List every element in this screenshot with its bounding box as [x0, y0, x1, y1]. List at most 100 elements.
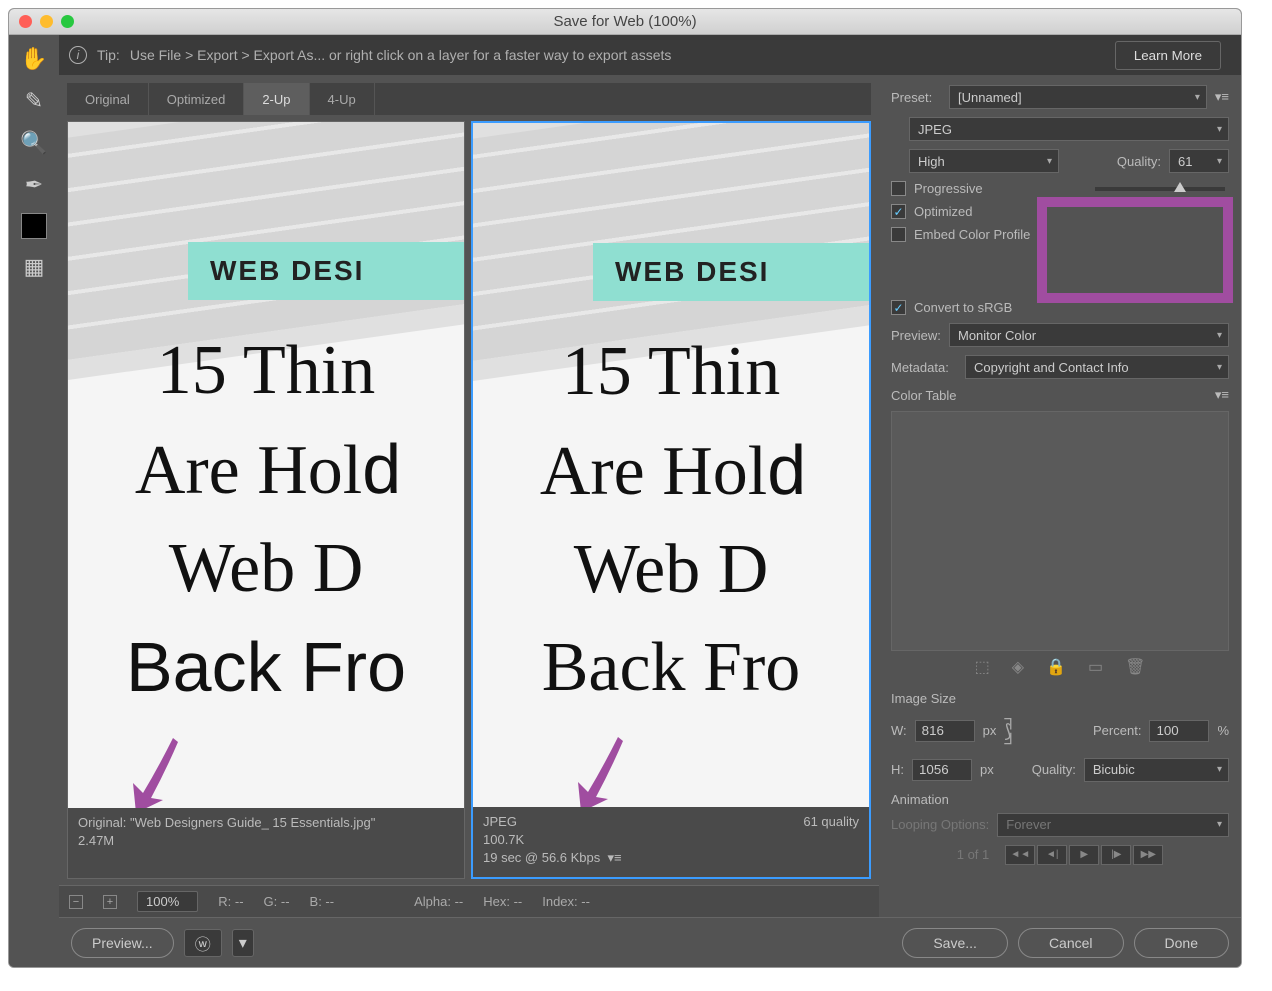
window-title: Save for Web (100%): [9, 13, 1241, 30]
percent-input[interactable]: [1149, 720, 1209, 742]
embed-checkbox[interactable]: [891, 227, 906, 242]
browser-preview-icon[interactable]: ⓦ: [184, 929, 222, 957]
percent-unit: %: [1217, 723, 1229, 738]
tip-bar: i Tip: Use File > Export > Export As... …: [59, 35, 1241, 75]
color-table-icons: ⬚ ◈ 🔒 ▭ 🗑: [891, 657, 1229, 677]
status-alpha: Alpha: --: [414, 894, 463, 909]
cancel-button[interactable]: Cancel: [1018, 928, 1124, 958]
tab-4up[interactable]: 4-Up: [310, 83, 375, 115]
width-input[interactable]: [915, 720, 975, 742]
preview-section: Original Optimized 2-Up 4-Up WEB DESI 15…: [59, 75, 879, 917]
learn-more-button[interactable]: Learn More: [1115, 41, 1221, 70]
color-table-menu-icon[interactable]: ▾≡: [1215, 387, 1229, 403]
tab-2up[interactable]: 2-Up: [244, 83, 309, 115]
tip-text: Use File > Export > Export As... or righ…: [130, 47, 672, 63]
image-size-header: Image Size: [891, 691, 1229, 706]
ct-icon[interactable]: ◈: [1012, 657, 1024, 677]
optimized-info: JPEG 100.7K 19 sec @ 56.6 Kbps ▾≡ 61 qua…: [473, 807, 869, 877]
preset-menu-icon[interactable]: ▾≡: [1215, 89, 1229, 105]
time-menu-icon[interactable]: ▾≡: [608, 850, 622, 865]
link-icon[interactable]: ┐⟆┘: [1004, 712, 1017, 750]
px-label: px: [980, 762, 994, 777]
info-icon: i: [69, 46, 87, 64]
optimized-image: WEB DESI 15 ThinAre HoldWeb DBack Fro: [473, 123, 869, 807]
ct-icon[interactable]: ⬚: [975, 657, 990, 677]
convert-srgb-label: Convert to sRGB: [914, 300, 1012, 315]
eyedropper-tool-icon[interactable]: ✒: [20, 171, 48, 199]
play-button: ▶: [1069, 845, 1099, 865]
frame-count: 1 of 1: [957, 847, 990, 862]
optimized-pane[interactable]: WEB DESI 15 ThinAre HoldWeb DBack Fro JP…: [471, 121, 871, 879]
tab-original[interactable]: Original: [67, 83, 149, 115]
optimized-time: 19 sec @ 56.6 Kbps: [483, 850, 600, 865]
titlebar: Save for Web (100%): [9, 9, 1241, 35]
annotation-arrow-icon: [563, 727, 633, 807]
status-index: Index: --: [542, 894, 590, 909]
quality-slider[interactable]: [1095, 187, 1225, 191]
status-g: G: --: [264, 894, 290, 909]
trash-icon[interactable]: 🗑: [1125, 657, 1145, 677]
resample-label: Quality:: [1032, 762, 1076, 777]
banner-text: WEB DESI: [188, 242, 464, 300]
ct-icon[interactable]: ▭: [1088, 657, 1103, 677]
progressive-label: Progressive: [914, 181, 983, 196]
view-tabs: Original Optimized 2-Up 4-Up: [67, 83, 871, 115]
optimized-label: Optimized: [914, 204, 973, 219]
preview-button[interactable]: Preview...: [71, 928, 174, 958]
animation-header: Animation: [891, 792, 1229, 807]
preview-select[interactable]: Monitor Color: [949, 323, 1229, 347]
hand-tool-icon[interactable]: ✋: [20, 45, 48, 73]
save-for-web-window: Save for Web (100%) ✋ ✎ 🔍 ✒ ▦ i Tip: Use…: [8, 8, 1242, 968]
headline-text: 15 ThinAre HoldWeb DBack Fro: [473, 323, 869, 717]
ct-icon[interactable]: 🔒: [1046, 657, 1066, 677]
quality-input[interactable]: 61: [1169, 149, 1229, 173]
format-select[interactable]: JPEG: [909, 117, 1229, 141]
original-image: WEB DESI 15 ThinAre HoldWeb DBack Fro: [68, 122, 464, 808]
zoom-select[interactable]: 100%: [137, 891, 198, 912]
banner-text: WEB DESI: [593, 243, 869, 301]
w-label: W:: [891, 723, 907, 738]
status-b: B: --: [310, 894, 335, 909]
status-r: R: --: [218, 894, 243, 909]
color-swatch[interactable]: [21, 213, 47, 239]
done-button[interactable]: Done: [1134, 928, 1229, 958]
save-button[interactable]: Save...: [902, 928, 1008, 958]
color-table: [891, 411, 1229, 651]
color-table-label: Color Table: [891, 388, 957, 403]
zoom-tool-icon[interactable]: 🔍: [20, 129, 48, 157]
optimized-checkbox[interactable]: [891, 204, 906, 219]
content-column: i Tip: Use File > Export > Export As... …: [59, 35, 1241, 967]
body-row: Original Optimized 2-Up 4-Up WEB DESI 15…: [59, 75, 1241, 917]
headline-text: 15 ThinAre HoldWeb DBack Fro: [68, 322, 464, 718]
slice-visibility-icon[interactable]: ▦: [20, 253, 48, 281]
original-pane[interactable]: WEB DESI 15 ThinAre HoldWeb DBack Fro Or…: [67, 121, 465, 879]
prev-frame-button: ◄|: [1037, 845, 1067, 865]
convert-srgb-checkbox[interactable]: [891, 300, 906, 315]
tab-optimized[interactable]: Optimized: [149, 83, 245, 115]
quality-label: Quality:: [1117, 154, 1161, 169]
tip-prefix: Tip:: [97, 47, 120, 63]
status-hex: Hex: --: [483, 894, 522, 909]
progressive-checkbox[interactable]: [891, 181, 906, 196]
browser-preview-chevron-icon[interactable]: ▾: [232, 929, 254, 957]
original-info: Original: "Web Designers Guide_ 15 Essen…: [68, 808, 464, 878]
height-input[interactable]: [912, 759, 972, 781]
embed-label: Embed Color Profile: [914, 227, 1030, 242]
looping-label: Looping Options:: [891, 817, 989, 832]
h-label: H:: [891, 762, 904, 777]
slice-tool-icon[interactable]: ✎: [20, 87, 48, 115]
looping-select: Forever: [997, 813, 1229, 837]
settings-panel: Preset: [Unnamed] ▾≡ JPEG High Quality: …: [879, 75, 1241, 917]
compression-select[interactable]: High: [909, 149, 1059, 173]
collapse-button[interactable]: −: [69, 895, 83, 909]
animation-controls: ◄◄ ◄| ▶ |▶ ▶▶: [1005, 845, 1163, 865]
optimized-quality: 61 quality: [803, 813, 859, 831]
preview-label: Preview:: [891, 328, 941, 343]
resample-select[interactable]: Bicubic: [1084, 758, 1229, 782]
original-size: 2.47M: [78, 832, 454, 850]
metadata-select[interactable]: Copyright and Contact Info: [965, 355, 1229, 379]
first-frame-button: ◄◄: [1005, 845, 1035, 865]
preset-select[interactable]: [Unnamed]: [949, 85, 1207, 109]
optimized-size: 100.7K: [483, 831, 859, 849]
expand-button[interactable]: +: [103, 895, 117, 909]
